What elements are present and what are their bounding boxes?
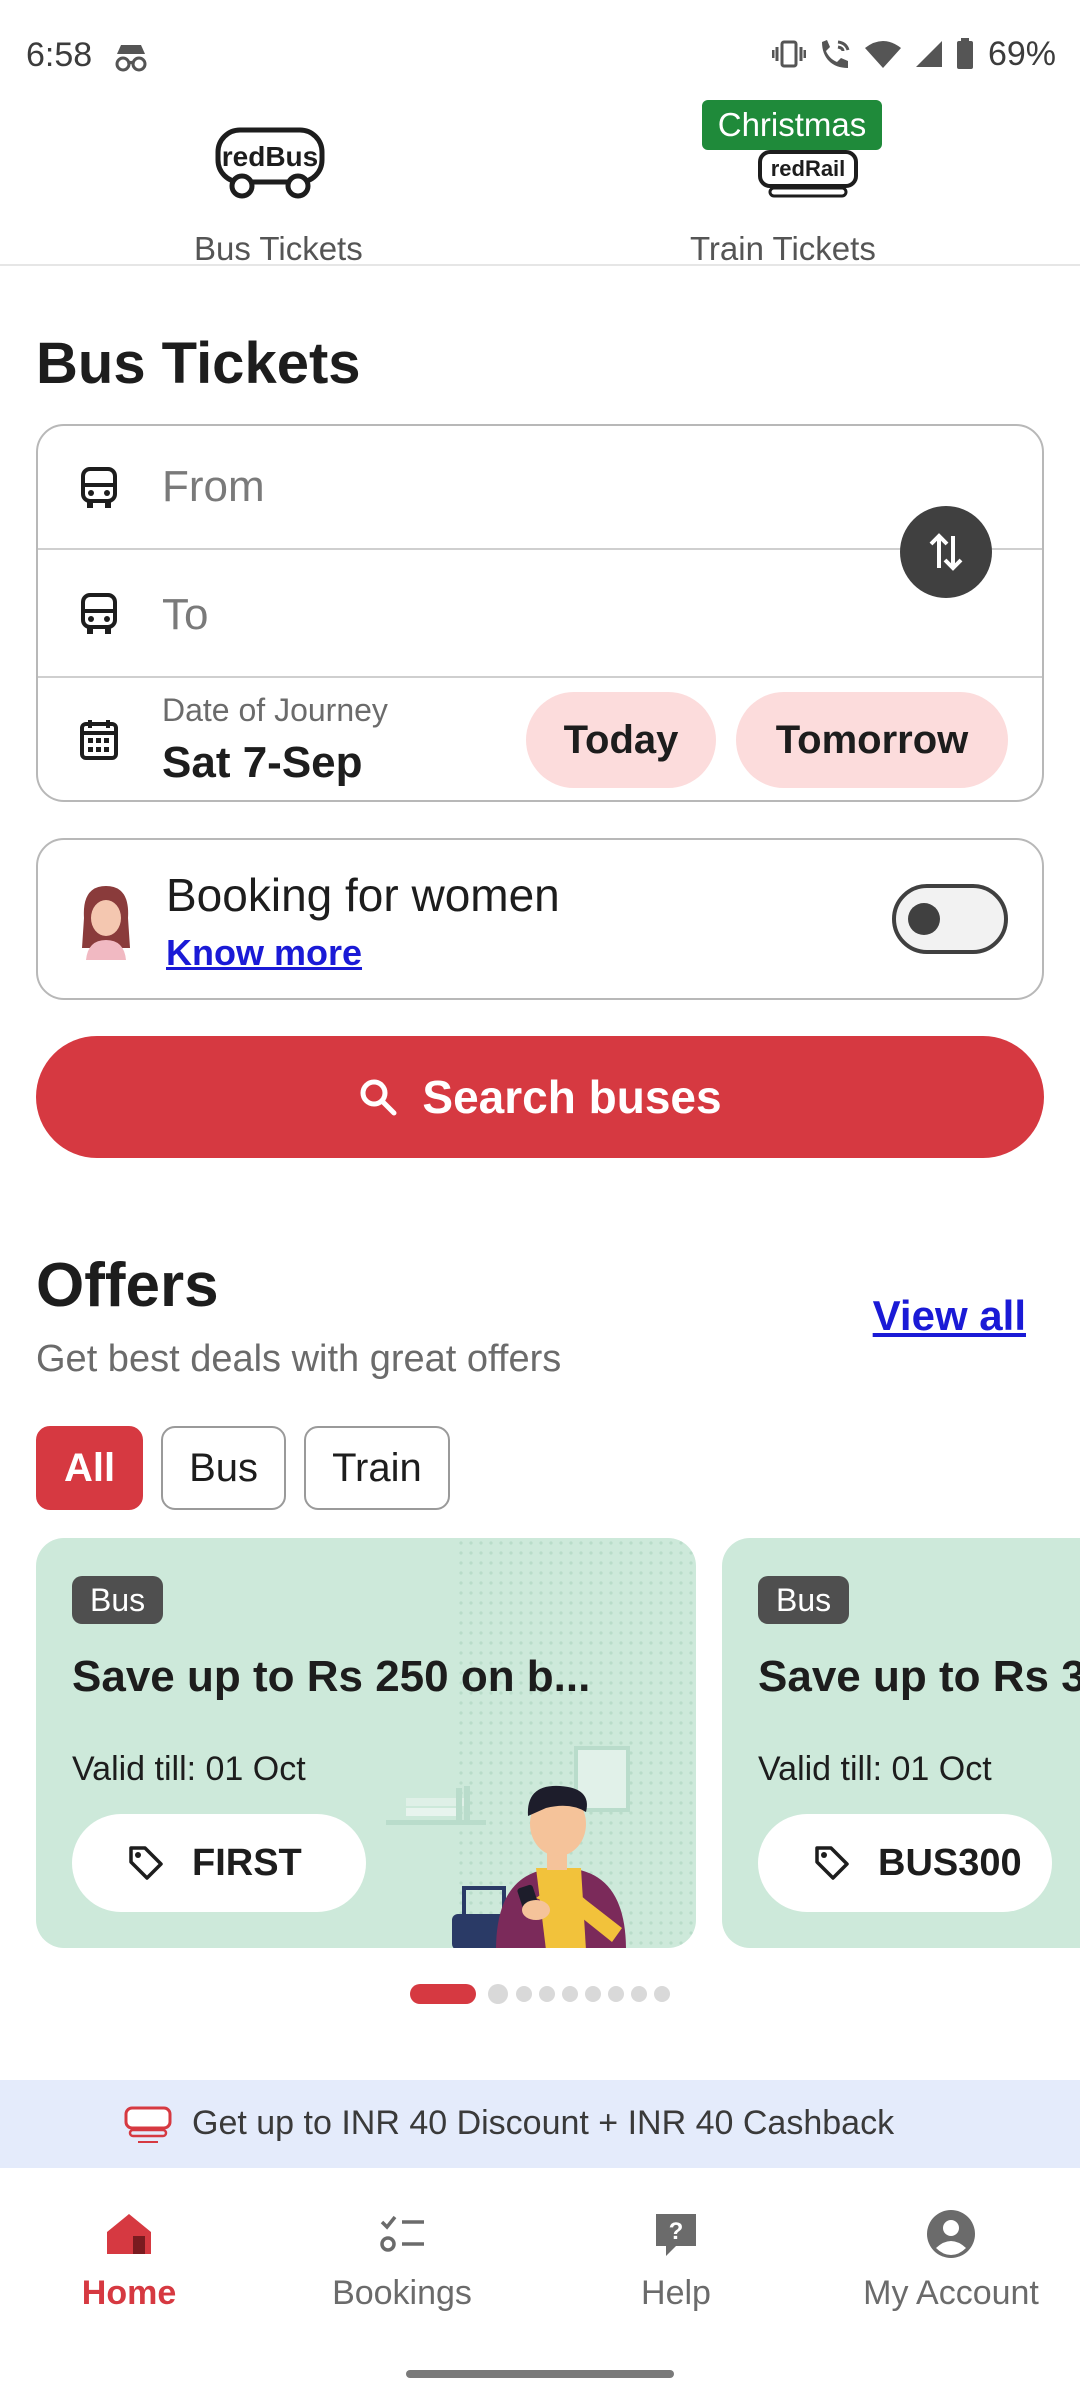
pager-dot [654, 1986, 670, 2002]
signal-icon [915, 41, 942, 67]
swap-button[interactable] [900, 506, 992, 598]
redrail-logo [124, 2106, 172, 2143]
date-value: Sat 7-Sep [162, 738, 363, 787]
status-time: 6:58 [26, 36, 93, 74]
pager-dot [488, 1984, 508, 2004]
carousel-pager [0, 1982, 1080, 2006]
coupon-code-chip[interactable]: FIRST [72, 1814, 366, 1912]
bus-icon [81, 593, 117, 634]
nav-my-account[interactable]: My Account [816, 2208, 1080, 2348]
know-more-link[interactable]: Know more [166, 932, 362, 974]
tag-icon [129, 1846, 163, 1880]
toggle-knob [908, 903, 940, 935]
redbus-logo: redBus [215, 127, 325, 199]
filter-train[interactable]: Train [304, 1426, 450, 1510]
tab-bus-tickets-label: Bus Tickets [194, 230, 363, 266]
offer-filters: All Bus Train [36, 1426, 450, 1510]
offers-carousel[interactable]: Bus Save up to Rs 250 on b... Valid till… [0, 1538, 1080, 1950]
today-chip[interactable]: Today [526, 692, 716, 788]
bus-icon [81, 467, 117, 508]
to-placeholder: To [162, 590, 209, 639]
battery-icon [956, 38, 973, 69]
view-all-offers-link[interactable]: View all [873, 1292, 1026, 1340]
search-buses-button[interactable]: Search buses [36, 1036, 1044, 1158]
account-icon [927, 2210, 975, 2258]
tomorrow-chip[interactable]: Tomorrow [736, 692, 1008, 788]
offer-card[interactable]: Bus Save up to Rs 3 Valid till: 01 Oct B… [722, 1538, 1080, 1948]
bookings-list-icon [380, 2215, 424, 2252]
home-icon [107, 2214, 151, 2254]
filter-all[interactable]: All [36, 1426, 144, 1510]
status-bar: 6:58 69% [0, 0, 1080, 100]
offer-validity: Valid till: 01 Oct [758, 1750, 992, 1788]
bottom-navigation: Home Bookings ? Help My Account [0, 2168, 1080, 2400]
page-title: Bus Tickets [36, 331, 361, 396]
offer-category-tag: Bus [72, 1576, 164, 1624]
women-booking-toggle[interactable] [892, 884, 1008, 954]
help-icon: ? [656, 2214, 696, 2256]
svg-text:?: ? [669, 2218, 684, 2245]
women-booking-title: Booking for women [166, 869, 560, 921]
calendar-icon [80, 720, 118, 760]
gesture-home-indicator[interactable] [406, 2370, 674, 2378]
filter-bus[interactable]: Bus [161, 1426, 287, 1510]
offers-title: Offers [36, 1251, 219, 1320]
from-field[interactable]: From [38, 426, 1042, 550]
svg-text:redRail: redRail [771, 156, 846, 181]
date-label: Date of Journey [162, 692, 388, 728]
nav-help-label: Help [641, 2274, 711, 2312]
pager-dot [585, 1986, 601, 2002]
incognito-icon [115, 45, 147, 72]
nav-home-label: Home [81, 2274, 177, 2312]
date-of-journey-field[interactable]: Date of Journey Sat 7-Sep Today Tomorrow [38, 678, 1042, 802]
offer-card[interactable]: Bus Save up to Rs 250 on b... Valid till… [36, 1538, 696, 1948]
pager-dot [631, 1986, 647, 2002]
pager-dot [608, 1986, 624, 2002]
nav-my-account-label: My Account [863, 2274, 1039, 2312]
coupon-code: BUS300 [878, 1841, 1022, 1884]
nav-bookings[interactable]: Bookings [267, 2208, 537, 2348]
offer-category-tag: Bus [758, 1576, 850, 1624]
tab-train-tickets-label: Train Tickets [690, 230, 876, 266]
wifi-call-icon [821, 40, 850, 68]
journey-search-card: From To Date of Journey Sat 7-Sep Today … [36, 424, 1044, 802]
pager-dot [539, 1986, 555, 2002]
women-booking-card: Booking for women Know more [36, 838, 1044, 1000]
offer-title: Save up to Rs 250 on b... [72, 1652, 591, 1701]
svg-text:redBus: redBus [222, 141, 318, 172]
man-with-phone-illustration [386, 1746, 630, 1948]
offer-title: Save up to Rs 3 [758, 1652, 1080, 1701]
search-icon [360, 1079, 397, 1116]
tab-bus-tickets[interactable]: redBus Bus Tickets [0, 96, 540, 264]
promo-text: Get up to INR 40 Discount + INR 40 Cashb… [192, 2104, 895, 2142]
nav-help[interactable]: ? Help [541, 2208, 811, 2348]
coupon-code-chip[interactable]: BUS300 [758, 1814, 1052, 1912]
battery-percent: 69% [987, 34, 1056, 73]
offers-subtitle: Get best deals with great offers [36, 1338, 562, 1380]
to-field[interactable]: To [38, 550, 1042, 678]
promo-banner[interactable]: Get up to INR 40 Discount + INR 40 Cashb… [0, 2080, 1080, 2168]
coupon-code: FIRST [192, 1841, 302, 1884]
offer-validity: Valid till: 01 Oct [72, 1750, 306, 1788]
from-placeholder: From [162, 462, 265, 511]
tag-icon [815, 1846, 849, 1880]
vibrate-icon [771, 40, 806, 68]
pager-dot [562, 1986, 578, 2002]
nav-home[interactable]: Home [0, 2208, 264, 2348]
wifi-icon [864, 41, 901, 68]
pager-dot [516, 1986, 532, 2002]
tab-train-tickets[interactable]: redRail Christmas Train Tickets [540, 96, 1080, 266]
search-buses-label: Search buses [422, 1071, 722, 1123]
product-tabs: redBus Bus Tickets redRail Christmas Tra… [0, 96, 1080, 266]
christmas-badge: Christmas [702, 100, 882, 150]
nav-bookings-label: Bookings [332, 2274, 472, 2312]
swap-arrows-icon [929, 533, 963, 571]
pager-dot-active [410, 1984, 476, 2004]
woman-avatar-icon [82, 886, 130, 960]
